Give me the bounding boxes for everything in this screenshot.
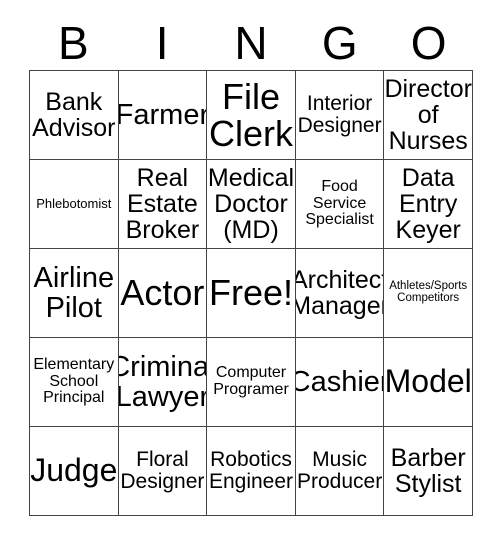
bingo-cell[interactable]: Model bbox=[384, 338, 473, 427]
bingo-cell[interactable]: Airline Pilot bbox=[30, 249, 119, 338]
bingo-cell[interactable]: Athletes/Sports Competitors bbox=[384, 249, 473, 338]
bingo-cell[interactable]: Criminal Lawyer bbox=[118, 338, 208, 427]
bingo-cell[interactable]: Real Estate Broker bbox=[118, 160, 208, 249]
bingo-cell-label: Model bbox=[384, 363, 472, 400]
bingo-cell[interactable]: Interior Designer bbox=[295, 71, 385, 160]
bingo-cell[interactable]: Barber Stylist bbox=[384, 427, 473, 516]
bingo-cell-label: Criminal Lawyer bbox=[118, 350, 208, 413]
bingo-cell-label: Free! bbox=[208, 272, 293, 314]
bingo-cell[interactable]: Cashier bbox=[295, 338, 385, 427]
bingo-cell-label: Phlebotomist bbox=[36, 196, 112, 212]
bingo-cell[interactable]: Actor bbox=[118, 249, 208, 338]
bingo-cell-label: Elementary School Principal bbox=[33, 356, 115, 407]
bingo-cell-label: Interior Designer bbox=[297, 92, 382, 137]
bingo-cell[interactable]: Computer Programer bbox=[207, 338, 296, 427]
bingo-cell-label: Architect Manager bbox=[295, 266, 385, 320]
bingo-cell[interactable]: Medical Doctor (MD) bbox=[207, 160, 296, 249]
bingo-cell-label: Athletes/Sports Competitors bbox=[389, 280, 468, 304]
bingo-grid: Bank Advisor Farmer File Clerk Interior … bbox=[29, 70, 473, 516]
bingo-cell[interactable]: Director of Nurses bbox=[384, 71, 473, 160]
bingo-cell-free[interactable]: Free! bbox=[207, 249, 296, 338]
bingo-cell[interactable]: File Clerk bbox=[207, 71, 296, 160]
bingo-cell[interactable]: Judge bbox=[30, 427, 119, 516]
bingo-cell[interactable]: Floral Designer bbox=[118, 427, 208, 516]
bingo-cell[interactable]: Elementary School Principal bbox=[30, 338, 119, 427]
bingo-cell-label: Barber Stylist bbox=[390, 444, 466, 498]
header-letter-n: N bbox=[234, 17, 268, 69]
bingo-cell-label: Music Producer bbox=[296, 448, 383, 493]
bingo-cell[interactable]: Music Producer bbox=[295, 427, 385, 516]
bingo-cell-label: Computer Programer bbox=[213, 364, 289, 398]
bingo-cell-label: Director of Nurses bbox=[384, 75, 472, 155]
bingo-cell-label: Actor bbox=[120, 272, 205, 314]
bingo-cell-label: Cashier bbox=[296, 365, 384, 398]
bingo-cell-label: Floral Designer bbox=[120, 448, 205, 493]
header-letter-b: B bbox=[58, 17, 89, 69]
bingo-cell-label: Farmer bbox=[118, 98, 208, 131]
bingo-cell-label: Robotics Engineer bbox=[208, 448, 294, 493]
header-letter-o: O bbox=[410, 17, 447, 69]
bingo-cell[interactable]: Bank Advisor bbox=[30, 71, 119, 160]
bingo-cell-label: Medical Doctor (MD) bbox=[207, 164, 295, 244]
bingo-cell[interactable]: Robotics Engineer bbox=[207, 427, 296, 516]
bingo-cell[interactable]: Data Entry Keyer bbox=[384, 160, 473, 249]
bingo-cell[interactable]: Architect Manager bbox=[295, 249, 385, 338]
bingo-cell-label: Judge bbox=[30, 452, 118, 489]
bingo-cell-label: Airline Pilot bbox=[33, 261, 115, 324]
bingo-cell-label: Food Service Specialist bbox=[305, 178, 374, 229]
bingo-cell-label: Data Entry Keyer bbox=[395, 164, 461, 244]
bingo-header: B I N G O bbox=[29, 18, 473, 68]
bingo-cell[interactable]: Phlebotomist bbox=[30, 160, 119, 249]
bingo-cell[interactable]: Farmer bbox=[118, 71, 208, 160]
bingo-cell-label: File Clerk bbox=[208, 75, 293, 154]
bingo-cell[interactable]: Food Service Specialist bbox=[295, 160, 385, 249]
bingo-card: B I N G O Bank Advisor Farmer File Clerk… bbox=[0, 0, 500, 544]
bingo-cell-label: Real Estate Broker bbox=[125, 164, 200, 244]
bingo-cell-label: Bank Advisor bbox=[32, 88, 116, 142]
header-letter-i: I bbox=[155, 17, 169, 69]
header-letter-g: G bbox=[321, 17, 358, 69]
